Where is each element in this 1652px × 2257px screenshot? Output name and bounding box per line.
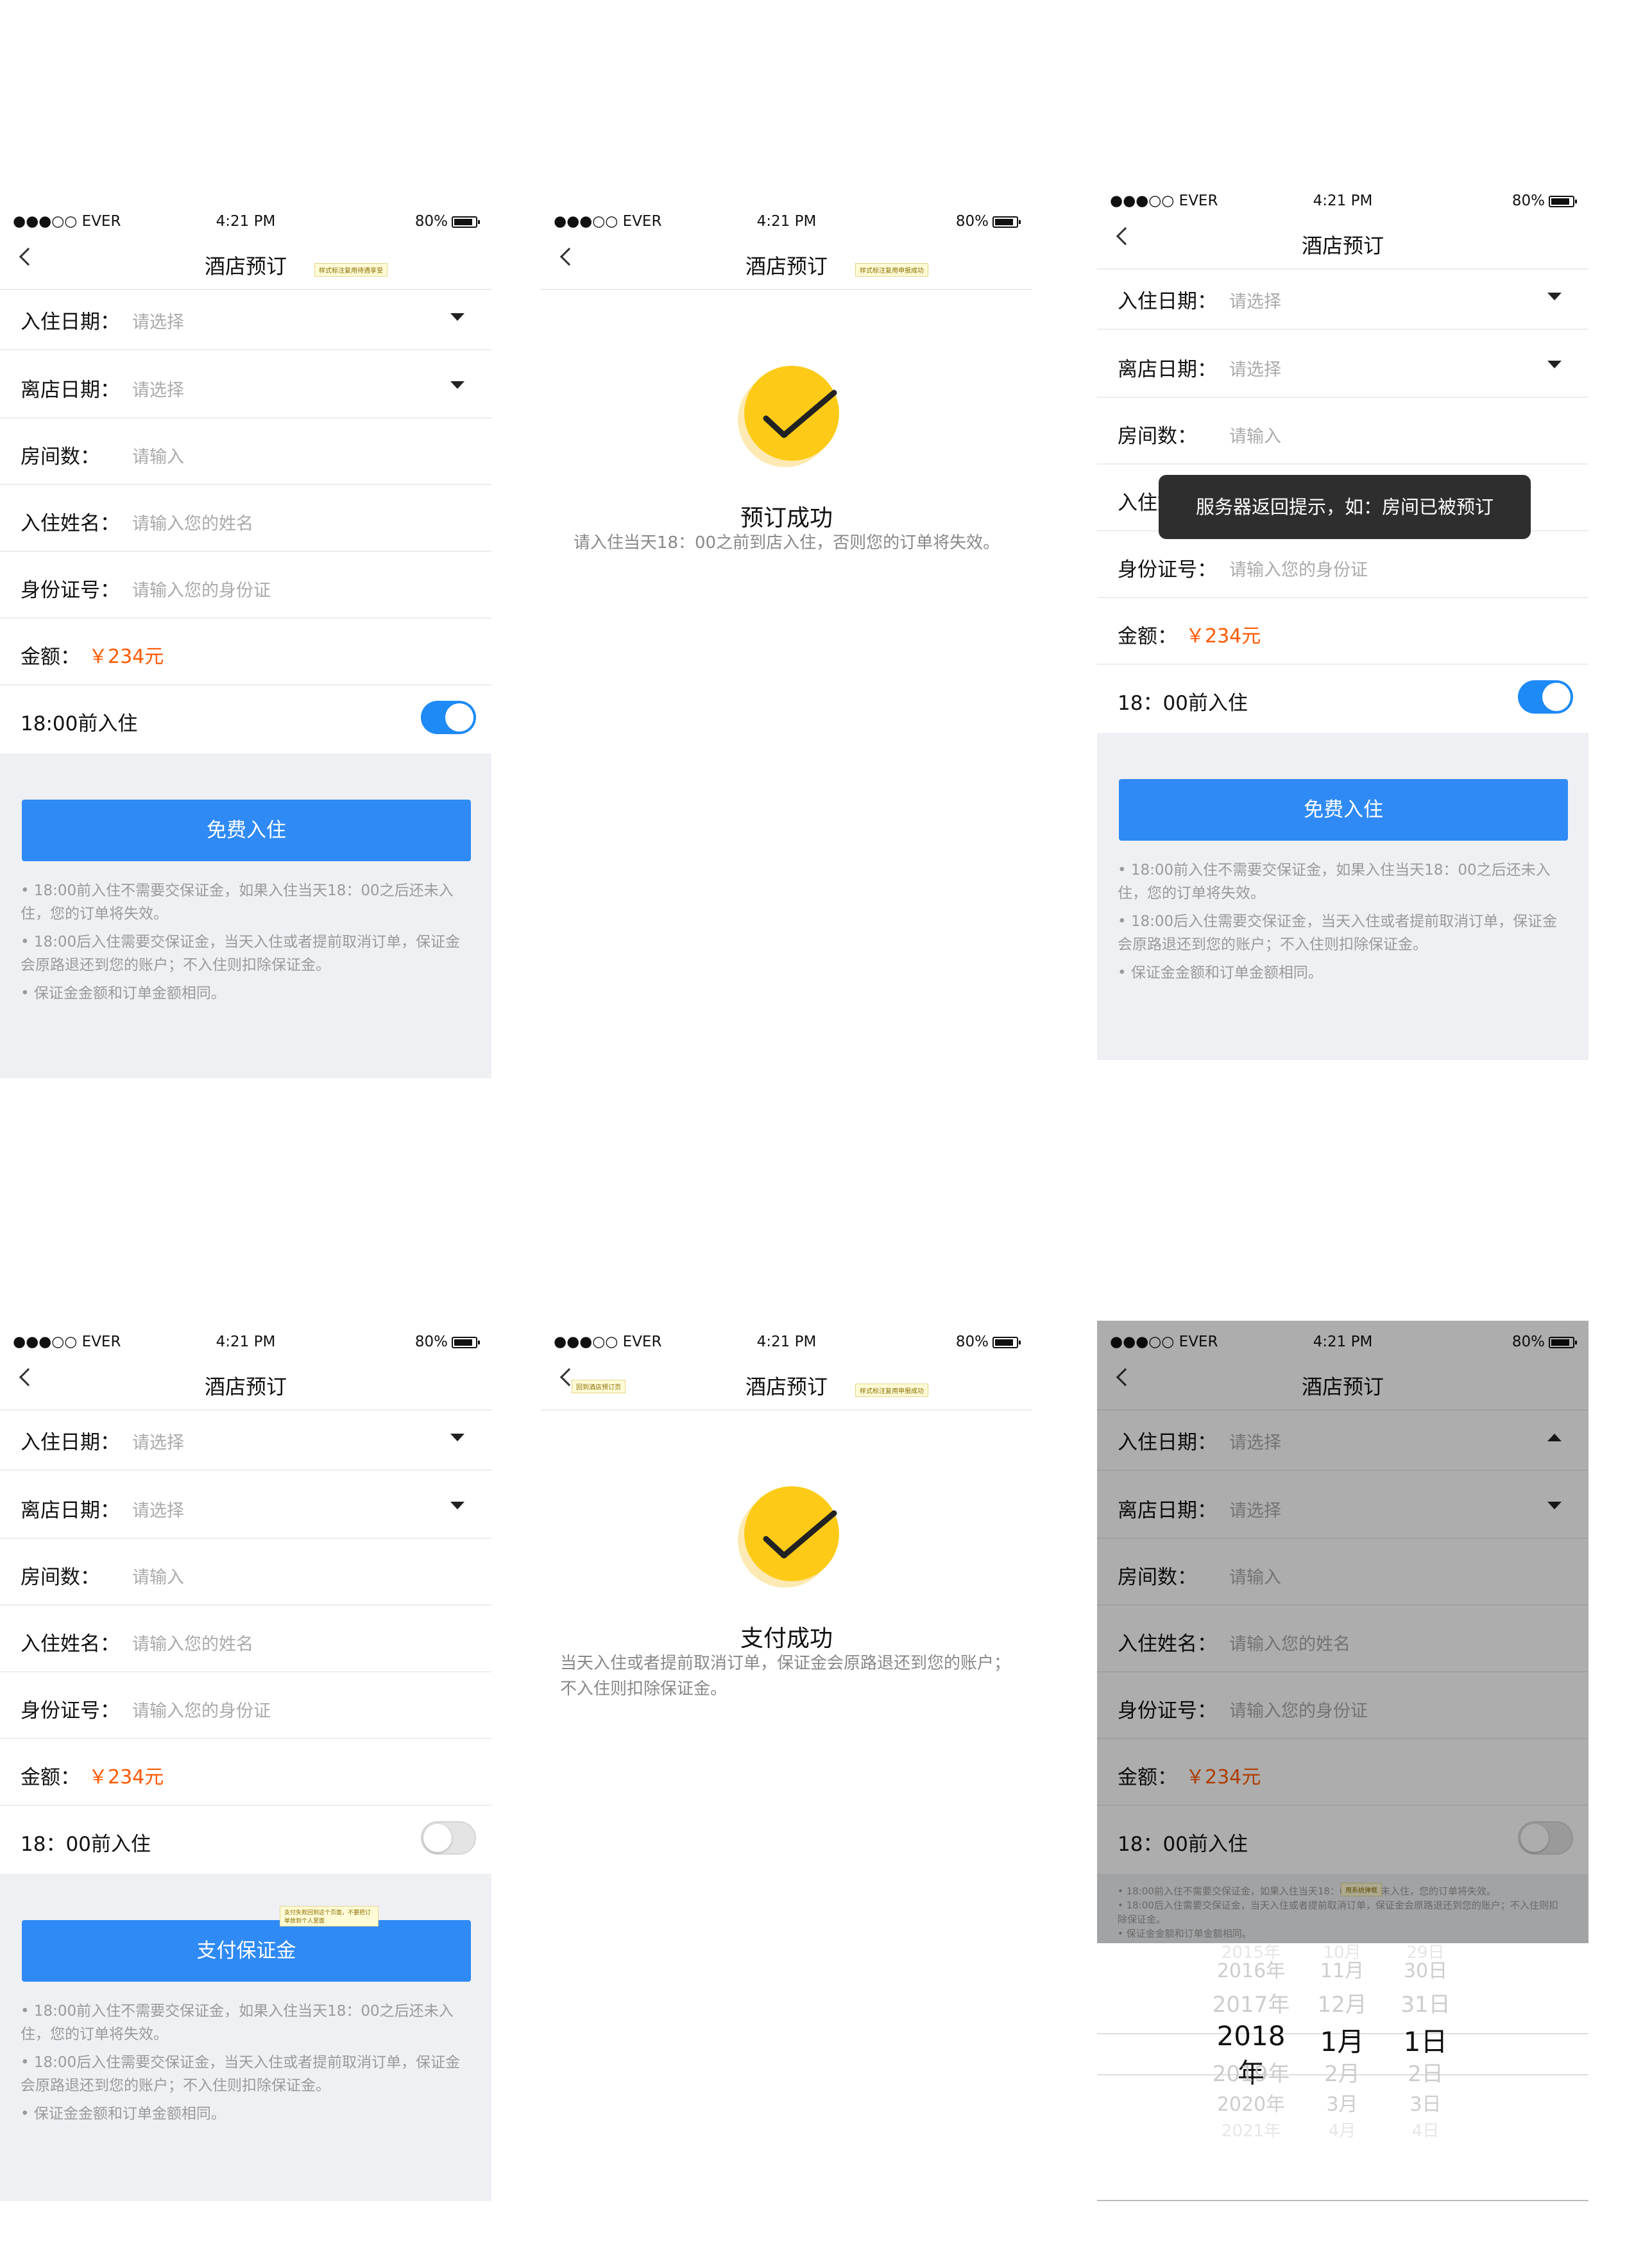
free-checkin-button[interactable]: 免费入住 <box>1119 779 1568 841</box>
picker-option-months[interactable]: 12月 <box>1297 1987 1387 2018</box>
page-title: 酒店预订 <box>204 1375 287 1399</box>
annotation-note: 支付失败回到这个页面，不要把订单放到个人里面 <box>280 1906 379 1927</box>
page-title: 酒店预订 <box>745 254 828 279</box>
dropdown-icon <box>1547 361 1562 368</box>
checkout-date-row[interactable]: 离店日期： 请选择 <box>1097 331 1588 398</box>
date-picker[interactable]: 2015年 2016年 2017年 2018年 2019年 2020年 2021年 10月 11… <box>1097 1943 1588 2201</box>
picker-option-years[interactable]: 2017年 <box>1206 1987 1296 2018</box>
battery: 80% <box>415 213 480 230</box>
id-number-row[interactable]: 身份证号： 请输入您的身份证 <box>0 1672 491 1739</box>
page-title: 酒店预订 <box>745 1375 828 1399</box>
success-description: 请入住当天18：00之前到店入住，否则您的订单将失效。 <box>573 533 1000 553</box>
status-bar: ●●●○○ EVER 4:21 PM 80% <box>541 1330 1032 1355</box>
rooms-row[interactable]: 房间数： 请输入 <box>0 418 491 485</box>
picker-option-days[interactable]: 4日 <box>1381 2118 1470 2141</box>
amount-row: 金额： ￥234元 <box>0 619 491 685</box>
amount-value: ￥234元 <box>89 646 164 668</box>
picker-option-months[interactable]: 3月 <box>1297 2088 1387 2116</box>
check-mark-icon <box>763 1510 837 1559</box>
guest-name-row[interactable]: 入住姓名：请输入您的姓名 <box>0 485 491 552</box>
before-18-row: 18:00前入住 <box>0 685 491 752</box>
success-title: 预订成功 <box>740 505 833 531</box>
nav-bar: 酒店预订 样式标注复用申报成功 <box>541 236 1032 290</box>
modal-overlay[interactable] <box>1097 1321 1588 1943</box>
success-check-icon <box>738 366 840 468</box>
guest-name-row[interactable]: 入住姓名：请输入您的姓名 <box>0 1606 491 1672</box>
page-title: 酒店预订 <box>1301 234 1384 258</box>
before-18-toggle[interactable] <box>421 701 476 734</box>
nav-bar: 回到酒店预订页 酒店预订 样式标注复用申报成功 <box>541 1357 1032 1411</box>
status-bar: ●●●○○ EVER 4:21 PM 80% <box>0 209 491 235</box>
success-description: 当天入住或者提前取消订单，保证金会原路退还到您的账户；不入住则扣除保证金。 <box>560 1654 1011 1699</box>
screen-date-picker: ●●●○○ EVER 4:21 PM 80% 酒店预订 入住日期： 请选择 离店日… <box>1097 1321 1588 2201</box>
checkout-date-row[interactable]: 离店日期： 请选择 <box>0 352 491 418</box>
page-title: 酒店预订 <box>204 254 287 279</box>
nav-bar: 酒店预订 <box>1097 216 1588 270</box>
id-number-row[interactable]: 身份证号： 请输入您的身份证 <box>1097 531 1588 598</box>
tips-list: • 18:00前入住不需要交保证金，如果入住当天18：00之后还未入住，您的订单… <box>21 2003 461 2122</box>
dropdown-icon <box>450 1434 464 1441</box>
rooms-row[interactable]: 房间数： 请输入 <box>0 1539 491 1606</box>
picker-option-months[interactable]: 2月 <box>1297 2056 1387 2088</box>
checkout-date-row[interactable]: 离店日期： 请选择 <box>0 1472 491 1539</box>
nav-bar: 酒店预订 <box>0 1357 491 1411</box>
annotation-note: 样式标注复用申报成功 <box>855 263 928 277</box>
before-18-toggle[interactable] <box>421 1821 476 1855</box>
checkin-date-row[interactable]: 入住日期： 请选择 <box>0 1404 491 1471</box>
screen-deposit-form: ●●●○○ EVER 4:21 PM 80% 酒店预订 入住日期： 请选择 离店日… <box>0 1321 491 2201</box>
picker-option-years[interactable]: 2016年 <box>1206 1955 1296 1983</box>
screen-booking-form: ●●●○○ EVER 4:21 PM 80% 酒店预订 样式标注复用待遇享受 入… <box>0 200 491 1078</box>
footer-area: 免费入住 • 18:00前入住不需要交保证金，如果入住当天18：00之后还未入住… <box>1097 733 1588 1060</box>
before-18-row: 18：00前入住 <box>0 1806 491 1873</box>
picker-option-days[interactable]: 3日 <box>1381 2088 1470 2116</box>
status-bar: ●●●○○ EVER 4:21 PM 80% <box>1097 189 1588 214</box>
toast-message: 服务器返回提示，如：房间已被预订 <box>1159 475 1531 539</box>
picker-option-months[interactable]: 1月 <box>1297 2020 1387 2059</box>
status-bar: ●●●○○ EVER 4:21 PM 80% <box>0 1330 491 1355</box>
screen-booking-success: ●●●○○ EVER 4:21 PM 80% 酒店预订 样式标注复用申报成功 预… <box>541 200 1032 1078</box>
before-18-toggle[interactable] <box>1518 680 1573 714</box>
annotation-note: 样式标注复用申报成功 <box>855 1384 928 1397</box>
nav-bar: 酒店预订 样式标注复用待遇享受 <box>0 236 491 290</box>
pay-deposit-button[interactable]: 支付保证金 <box>22 1920 471 1982</box>
id-number-row[interactable]: 身份证号： 请输入您的身份证 <box>0 552 491 619</box>
picker-option-years[interactable]: 2021年 <box>1206 2118 1296 2141</box>
free-checkin-button[interactable]: 免费入住 <box>22 800 471 861</box>
battery-icon <box>452 1336 480 1348</box>
dropdown-icon <box>450 381 464 389</box>
picker-option-months[interactable]: 11月 <box>1297 1955 1387 1983</box>
dropdown-icon <box>450 313 464 321</box>
battery-icon <box>992 216 1021 228</box>
amount-row: 金额： ￥234元 <box>0 1739 491 1806</box>
dropdown-icon <box>1547 293 1562 300</box>
picker-option-days[interactable]: 30日 <box>1381 1955 1470 1983</box>
rooms-row[interactable]: 房间数： 请输入 <box>1097 398 1588 465</box>
battery-icon <box>992 1336 1021 1348</box>
picker-option-years[interactable]: 2019年 <box>1206 2056 1296 2088</box>
footer-area: 支付保证金 支付失败回到这个页面，不要把订单放到个人里面 • 18:00前入住不… <box>0 1874 491 2201</box>
tips-list: • 18:00前入住不需要交保证金，如果入住当天18：00之后还未入住，您的订单… <box>21 882 461 1002</box>
picker-option-days[interactable]: 31日 <box>1381 1987 1470 2018</box>
battery-icon <box>1549 195 1577 207</box>
tips-list: • 18:00前入住不需要交保证金，如果入住当天18：00之后还未入住，您的订单… <box>1118 862 1558 981</box>
status-bar: ●●●○○ EVER 4:21 PM 80% <box>541 209 1032 235</box>
before-18-row: 18：00前入住 <box>1097 665 1588 732</box>
success-title: 支付成功 <box>740 1626 833 1652</box>
success-check-icon <box>738 1486 840 1589</box>
battery-icon <box>452 216 480 228</box>
dropdown-icon <box>450 1502 464 1509</box>
picker-option-years[interactable]: 2020年 <box>1206 2088 1296 2116</box>
checkin-date-row[interactable]: 入住日期： 请选择 <box>1097 263 1588 330</box>
picker-option-months[interactable]: 4月 <box>1297 2118 1387 2141</box>
checkin-date-row[interactable]: 入住日期： 请选择 <box>0 284 491 350</box>
picker-option-days[interactable]: 2日 <box>1381 2056 1470 2088</box>
annotation-note: 样式标注复用待遇享受 <box>314 263 387 277</box>
screen-payment-success: ●●●○○ EVER 4:21 PM 80% 回到酒店预订页 酒店预订 样式标注… <box>541 1321 1032 2201</box>
footer-area: 免费入住 • 18:00前入住不需要交保证金，如果入住当天18：00之后还未入住… <box>0 753 491 1078</box>
picker-option-days[interactable]: 1日 <box>1381 2020 1470 2059</box>
screen-booking-toast: ●●●○○ EVER 4:21 PM 80% 酒店预订 入住日期： 请选择 离店日… <box>1097 180 1588 1060</box>
amount-row: 金额： ￥234元 <box>1097 598 1588 665</box>
check-mark-icon <box>763 390 837 438</box>
